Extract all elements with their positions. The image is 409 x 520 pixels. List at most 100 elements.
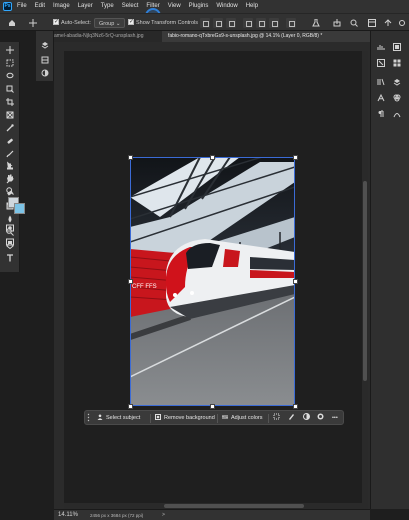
status-menu-arrow[interactable]: > bbox=[162, 510, 165, 520]
align-left-button[interactable] bbox=[200, 18, 210, 28]
auto-select-checkbox[interactable]: Auto-Select: bbox=[53, 17, 91, 28]
zoom-level[interactable]: 14.11% bbox=[58, 510, 78, 520]
object-selection-tool-icon[interactable] bbox=[6, 85, 14, 93]
menu-window[interactable]: Window bbox=[216, 0, 237, 13]
drag-handle-icon[interactable] bbox=[87, 413, 91, 424]
paragraph-icon[interactable] bbox=[377, 110, 385, 118]
quick-mask-icon[interactable] bbox=[6, 224, 14, 232]
transform-handle-top[interactable] bbox=[210, 155, 215, 160]
auto-select-value: Group bbox=[99, 21, 115, 27]
adjust-colors-label: Adjust colors bbox=[231, 415, 263, 421]
move-tool-icon[interactable] bbox=[29, 19, 37, 27]
tab-amel-abadia[interactable]: amel-abadia-NjIq3Nz6-5rQ-unsplash.jpg bbox=[48, 31, 160, 42]
status-bar: 14.11% 2456 px x 3684 px (72 ppi) > bbox=[54, 509, 370, 520]
menu-edit[interactable]: Edit bbox=[35, 0, 45, 13]
paths-icon[interactable] bbox=[393, 110, 401, 118]
transform-bounding-box[interactable] bbox=[130, 157, 295, 406]
search-icon[interactable] bbox=[350, 19, 358, 27]
align-bottom-button[interactable] bbox=[269, 18, 279, 28]
transform-handle-left[interactable] bbox=[128, 279, 133, 284]
photoshop-logo[interactable]: Ps bbox=[3, 2, 12, 11]
pen-button[interactable] bbox=[288, 413, 295, 424]
menu-view[interactable]: View bbox=[168, 0, 181, 13]
separator bbox=[217, 414, 218, 423]
crop-tool-icon[interactable] bbox=[6, 98, 14, 106]
transform-handle-top-right[interactable] bbox=[293, 155, 298, 160]
separator bbox=[150, 414, 151, 423]
path-selection-tool-icon[interactable] bbox=[6, 161, 14, 169]
transform-icon bbox=[273, 413, 280, 420]
move-tool-icon[interactable] bbox=[6, 46, 14, 54]
color-panel-icon[interactable] bbox=[393, 43, 401, 51]
remove-background-icon bbox=[155, 413, 161, 420]
more-options-button[interactable]: ••• bbox=[332, 413, 338, 424]
lasso-tool-icon[interactable] bbox=[6, 72, 14, 80]
adjust-colors-icon bbox=[222, 414, 228, 420]
layers-panel-icon[interactable] bbox=[393, 78, 401, 86]
share-icon[interactable] bbox=[333, 19, 341, 27]
adjustment-layer-button[interactable] bbox=[317, 413, 324, 424]
separator bbox=[268, 414, 269, 423]
settings-icon[interactable] bbox=[398, 19, 406, 27]
select-subject-button[interactable]: Select subject bbox=[97, 413, 140, 424]
remove-background-label: Remove background bbox=[164, 415, 215, 421]
adjustment-layer-icon bbox=[317, 413, 324, 420]
swatches-icon[interactable] bbox=[393, 59, 401, 67]
channels-icon[interactable] bbox=[393, 94, 401, 102]
screen-mode-icon[interactable] bbox=[6, 238, 14, 246]
home-icon[interactable] bbox=[8, 19, 16, 27]
transform-handle-right[interactable] bbox=[293, 279, 298, 284]
menu-help[interactable]: Help bbox=[246, 0, 258, 13]
layers-icon[interactable] bbox=[41, 41, 49, 49]
right-panel-strip bbox=[370, 31, 409, 509]
eyedropper-tool-icon[interactable] bbox=[6, 124, 14, 132]
vertical-scroll-thumb[interactable] bbox=[363, 181, 367, 381]
menu-layer[interactable]: Layer bbox=[78, 0, 93, 13]
mask-button[interactable] bbox=[303, 413, 310, 424]
distribute-button[interactable] bbox=[286, 18, 296, 28]
frame-tool-icon[interactable] bbox=[6, 111, 14, 119]
pen-icon bbox=[289, 414, 294, 420]
tab-fabio-romano[interactable]: fabio-romano-qTxbreGs9-s-unsplash.jpg @ … bbox=[162, 31, 370, 42]
transform-handle-bottom[interactable] bbox=[210, 404, 215, 409]
zoom-tool-icon[interactable] bbox=[6, 187, 14, 195]
workspace-icon[interactable] bbox=[368, 19, 376, 27]
menu-select[interactable]: Select bbox=[122, 0, 139, 13]
remove-background-button[interactable]: Remove background bbox=[155, 413, 215, 424]
transform-handle-top-left[interactable] bbox=[128, 155, 133, 160]
menu-file[interactable]: File bbox=[17, 0, 27, 13]
horizontal-scroll-thumb[interactable] bbox=[164, 504, 304, 508]
menu-type[interactable]: Type bbox=[101, 0, 114, 13]
align-right-button[interactable] bbox=[226, 18, 236, 28]
menu-image[interactable]: Image bbox=[53, 0, 70, 13]
options-bar: Auto-Select: Group ⌄ Show Transform Cont… bbox=[0, 13, 409, 31]
document-tabs: amel-abadia-NjIq3Nz6-5rQ-unsplash.jpg fa… bbox=[48, 31, 370, 42]
adjust-colors-button[interactable]: Adjust colors bbox=[222, 413, 263, 424]
transform-handle-bottom-left[interactable] bbox=[128, 404, 133, 409]
hand-tool-icon[interactable] bbox=[6, 174, 14, 182]
navigator-icon[interactable] bbox=[377, 59, 385, 67]
align-middle-button[interactable] bbox=[256, 18, 266, 28]
healing-brush-tool-icon[interactable] bbox=[6, 137, 14, 145]
person-icon bbox=[97, 414, 103, 420]
align-center-button[interactable] bbox=[213, 18, 223, 28]
adjustments-icon[interactable] bbox=[41, 69, 49, 77]
marquee-tool-icon[interactable] bbox=[6, 59, 14, 67]
auto-select-dropdown[interactable]: Group ⌄ bbox=[94, 18, 126, 28]
auto-select-label: Auto-Select: bbox=[61, 20, 91, 26]
libraries-icon[interactable] bbox=[377, 78, 385, 86]
show-transform-controls-checkbox[interactable]: Show Transform Controls bbox=[128, 17, 198, 28]
menu-plugins[interactable]: Plugins bbox=[189, 0, 209, 13]
background-color-swatch[interactable] bbox=[14, 203, 25, 214]
share-upload-icon[interactable] bbox=[384, 19, 392, 27]
flask-icon[interactable] bbox=[312, 19, 320, 27]
align-top-button[interactable] bbox=[243, 18, 253, 28]
histogram-icon[interactable] bbox=[377, 43, 385, 51]
character-icon[interactable] bbox=[377, 94, 385, 102]
properties-icon[interactable] bbox=[41, 56, 49, 64]
transform-handle-bottom-right[interactable] bbox=[293, 404, 298, 409]
tab-label: amel-abadia-NjIq3Nz6-5rQ-unsplash.jpg bbox=[54, 33, 144, 39]
document-info[interactable]: 2456 px x 3684 px (72 ppi) bbox=[90, 510, 143, 520]
vertical-scrollbar[interactable] bbox=[362, 51, 368, 509]
transform-button[interactable] bbox=[273, 413, 280, 424]
